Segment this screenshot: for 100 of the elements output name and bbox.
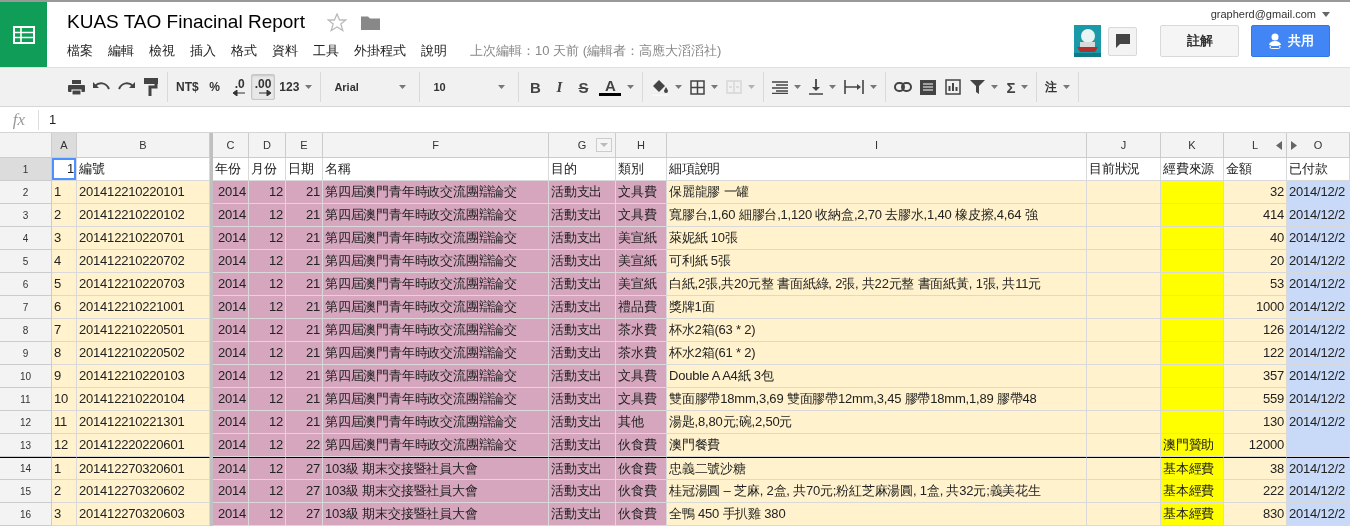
column-header[interactable]: E (286, 133, 323, 158)
column-header[interactable]: B (77, 133, 210, 158)
table-cell: 12 (249, 342, 286, 365)
menu-item[interactable]: 外掛程式 (354, 42, 406, 60)
toolbar-button[interactable]: 注 (1041, 74, 1075, 100)
share-button[interactable]: 共用 (1251, 25, 1330, 57)
table-cell: 1 (52, 181, 77, 204)
left-arrow-icon[interactable] (1276, 141, 1282, 150)
sheet-icon (12, 25, 35, 44)
row-header[interactable]: 3 (0, 204, 52, 227)
row-header[interactable]: 15 (0, 480, 52, 503)
table-cell: 第四屆澳門青年時政交流團辯論交 (323, 250, 549, 273)
column-header[interactable]: G (549, 133, 616, 158)
row-header[interactable]: 9 (0, 342, 52, 365)
decimal-less-button[interactable]: .0 (226, 74, 251, 100)
table-cell: 5 (52, 273, 77, 296)
menu-item[interactable]: 編輯 (108, 42, 134, 60)
column-header[interactable]: D (249, 133, 286, 158)
column-header[interactable]: H (616, 133, 667, 158)
column-header[interactable]: F (323, 133, 549, 158)
table-cell: 201412210220101 (77, 181, 210, 204)
row-header[interactable]: 2 (0, 181, 52, 204)
table-cell: 38 (1224, 457, 1287, 480)
table-cell: 12 (249, 273, 286, 296)
row-header[interactable]: 13 (0, 434, 52, 457)
toolbar-button[interactable]: % (202, 74, 227, 100)
row-header[interactable]: 4 (0, 227, 52, 250)
formula-field[interactable]: 1 (49, 112, 57, 127)
row-header[interactable]: 5 (0, 250, 52, 273)
caret-icon (1021, 85, 1029, 89)
menu-item[interactable]: 插入 (190, 42, 216, 60)
row-header[interactable]: 12 (0, 411, 52, 434)
right-arrow-icon[interactable] (1291, 141, 1297, 150)
table-cell: 活動支出 (549, 273, 616, 296)
table-cell: 活動支出 (549, 388, 616, 411)
table-cell: 活動支出 (549, 434, 616, 457)
column-header[interactable]: J (1087, 133, 1161, 158)
table-cell: 基本經費 (1161, 457, 1224, 480)
table-cell: 21 (286, 273, 323, 296)
toolbar-button[interactable]: Σ (1002, 74, 1033, 100)
table-cell: 12 (249, 434, 286, 457)
align-bottom-icon (809, 79, 824, 95)
row-header[interactable]: 1 (0, 158, 52, 181)
column-header[interactable]: C (213, 133, 249, 158)
document-title[interactable]: KUAS TAO Finacinal Report (67, 11, 305, 33)
column-header[interactable]: I (667, 133, 1087, 158)
star-icon[interactable] (326, 12, 347, 32)
table-cell: 活動支出 (549, 319, 616, 342)
chat-button[interactable] (1108, 26, 1137, 56)
strike-button[interactable]: S (571, 74, 596, 100)
row-header[interactable]: 14 (0, 457, 52, 480)
decimal-more-button[interactable]: .00 (250, 74, 276, 100)
toolbar-button[interactable]: NT$ (172, 74, 203, 100)
row-header[interactable]: 7 (0, 296, 52, 319)
column-header[interactable]: A (52, 133, 77, 158)
menu-item[interactable]: 檔案 (67, 42, 93, 60)
folder-icon[interactable] (360, 14, 380, 30)
account-email[interactable]: grapherd@gmail.com (1210, 8, 1316, 20)
menu-item[interactable]: 資料 (272, 42, 298, 60)
link-icon (894, 82, 913, 92)
column-header[interactable]: O (1287, 133, 1350, 158)
column-header[interactable]: L (1224, 133, 1287, 158)
table-cell: 美宣紙 (616, 273, 667, 296)
italic-button[interactable]: I (547, 74, 572, 100)
row-header[interactable]: 6 (0, 273, 52, 296)
sheets-logo[interactable] (0, 2, 47, 67)
toolbar-button[interactable]: 123 (275, 74, 317, 100)
table-cell: 414 (1224, 204, 1287, 227)
menu-item[interactable]: 檢視 (149, 42, 175, 60)
table-cell: 活動支出 (549, 411, 616, 434)
table-cell: 活動支出 (549, 227, 616, 250)
row-header[interactable]: 11 (0, 388, 52, 411)
table-cell: 獎牌1面 (667, 296, 1087, 319)
table-cell: 2014/12/2 (1287, 480, 1350, 503)
table-cell: 全鴨 450 手扒雞 380 (667, 503, 1087, 526)
column-header[interactable]: K (1161, 133, 1224, 158)
table-cell: 20 (1224, 250, 1287, 273)
caret-icon (498, 85, 506, 89)
dropdown-field[interactable]: 10 (424, 74, 515, 100)
menu-item[interactable]: 格式 (231, 42, 257, 60)
table-cell: 12 (249, 365, 286, 388)
table-cell: 2014 (213, 250, 249, 273)
table-cell: 2014 (213, 480, 249, 503)
dropdown-field[interactable]: Arial (325, 74, 416, 100)
row-header[interactable]: 10 (0, 365, 52, 388)
row-header[interactable]: 16 (0, 503, 52, 526)
table-cell: 文具費 (616, 204, 667, 227)
caret-icon[interactable] (1322, 11, 1330, 17)
comments-button[interactable]: 註解 (1160, 25, 1239, 57)
row-header[interactable]: 8 (0, 319, 52, 342)
table-cell: 12 (249, 411, 286, 434)
last-edit-link[interactable]: 上次編輯：10 天前 (編輯者：高應大滔滔社) (470, 42, 722, 60)
menu-item[interactable]: 說明 (421, 42, 447, 60)
caret-icon (399, 85, 407, 89)
table-cell: 2014 (213, 365, 249, 388)
text-color-button[interactable]: A (595, 74, 639, 100)
menu-item[interactable]: 工具 (313, 42, 339, 60)
table-cell: 2014/12/2 (1287, 503, 1350, 526)
bold-button[interactable]: B (523, 74, 548, 100)
table-cell: 3 (52, 503, 77, 526)
